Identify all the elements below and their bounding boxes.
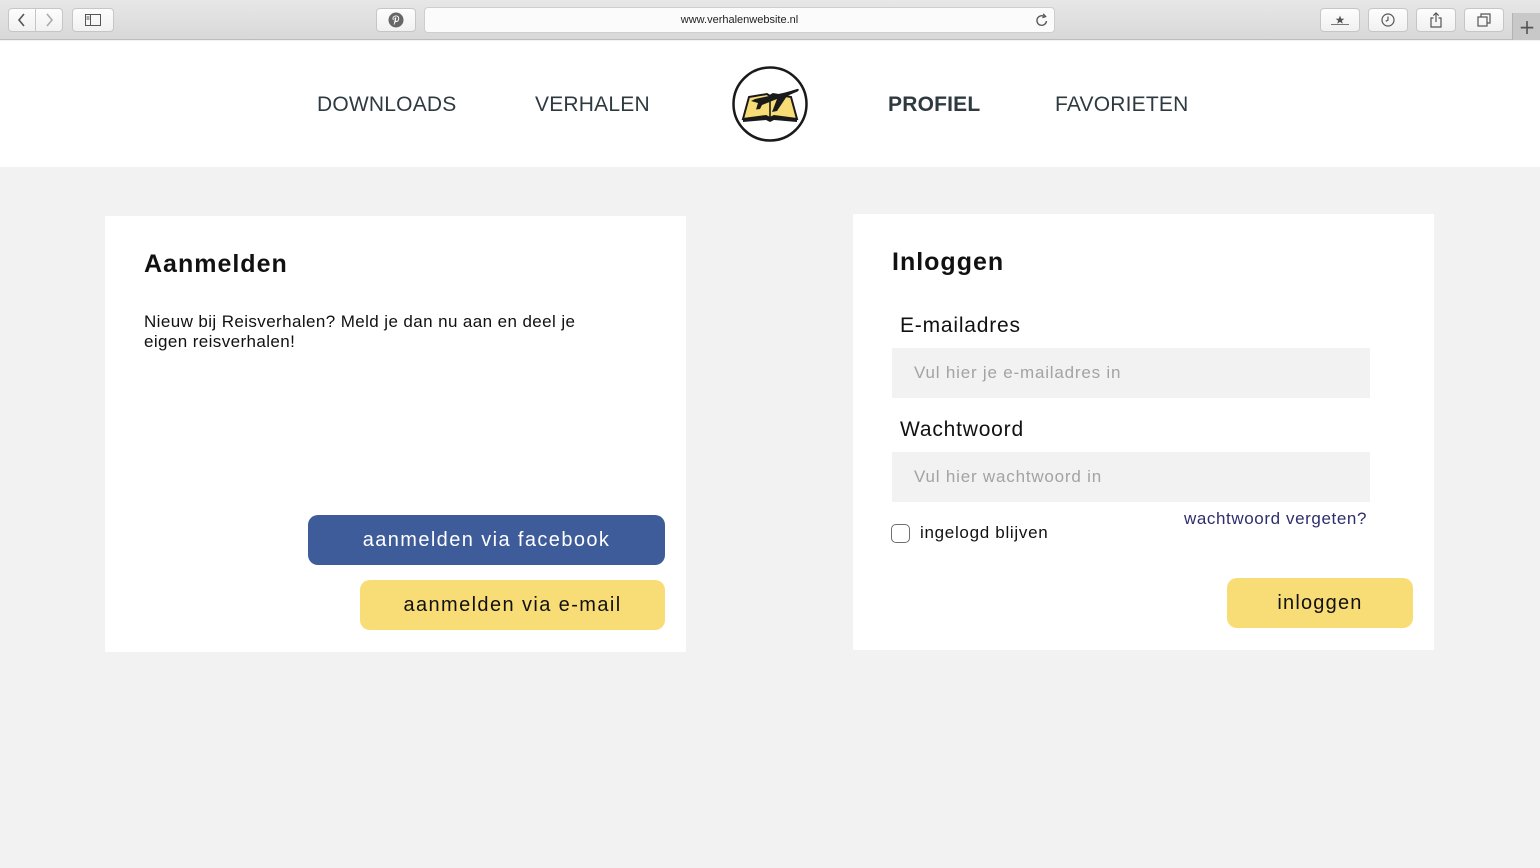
reload-icon[interactable] [1035, 12, 1049, 28]
signup-title: Aanmelden [144, 250, 288, 278]
nav-verhalen[interactable]: VERHALEN [535, 93, 650, 117]
remember-label: ingelogd blijven [920, 523, 1049, 542]
remember-me[interactable]: ingelogd blijven [891, 523, 1048, 543]
share-button[interactable] [1416, 8, 1456, 32]
pinterest-button[interactable] [376, 8, 416, 32]
login-card: Inloggen E-mailadres Wachtwoord wachtwoo… [853, 214, 1434, 650]
plus-icon: + [1518, 14, 1536, 39]
site-header: DOWNLOADS VERHALEN PROFIEL FAVORIETEN [0, 41, 1540, 167]
star-icon [1331, 15, 1349, 25]
signup-email-button[interactable]: aanmelden via e-mail [360, 580, 665, 630]
nav-favorieten[interactable]: FAVORIETEN [1055, 93, 1188, 117]
site-logo[interactable] [731, 65, 809, 143]
signup-description: Nieuw bij Reisverhalen? Meld je dan nu a… [144, 312, 576, 351]
login-button[interactable]: inloggen [1227, 578, 1413, 628]
pinterest-icon [388, 12, 404, 28]
share-icon [1430, 12, 1442, 28]
password-field[interactable] [892, 452, 1370, 502]
chevron-right-icon [46, 13, 54, 27]
chevron-left-icon [17, 13, 25, 27]
history-button[interactable] [1368, 8, 1408, 32]
url-text: www.verhalenwebsite.nl [680, 14, 799, 26]
email-label: E-mailadres [900, 314, 1021, 337]
signup-facebook-button[interactable]: aanmelden via facebook [308, 515, 665, 565]
forgot-password-link[interactable]: wachtwoord vergeten? [1184, 509, 1367, 529]
bookmarks-button[interactable] [1320, 8, 1360, 32]
forward-button[interactable] [35, 8, 63, 32]
address-bar[interactable]: www.verhalenwebsite.nl [424, 7, 1055, 33]
nav-downloads[interactable]: DOWNLOADS [317, 93, 456, 117]
sidebar-icon [85, 14, 101, 26]
tabs-overview-button[interactable] [1464, 8, 1504, 32]
browser-toolbar: www.verhalenwebsite.nl + [0, 0, 1540, 40]
remember-checkbox[interactable] [891, 523, 910, 543]
signup-card: Aanmelden Nieuw bij Reisverhalen? Meld j… [105, 216, 686, 652]
clock-icon [1381, 13, 1395, 27]
new-tab-button[interactable]: + [1512, 13, 1540, 40]
tabs-icon [1477, 13, 1491, 27]
back-button[interactable] [8, 8, 36, 32]
email-field[interactable] [892, 348, 1370, 398]
login-title: Inloggen [892, 248, 1005, 276]
password-label: Wachtwoord [900, 418, 1024, 441]
sidebar-toggle-button[interactable] [72, 8, 114, 32]
nav-profiel[interactable]: PROFIEL [888, 93, 980, 117]
